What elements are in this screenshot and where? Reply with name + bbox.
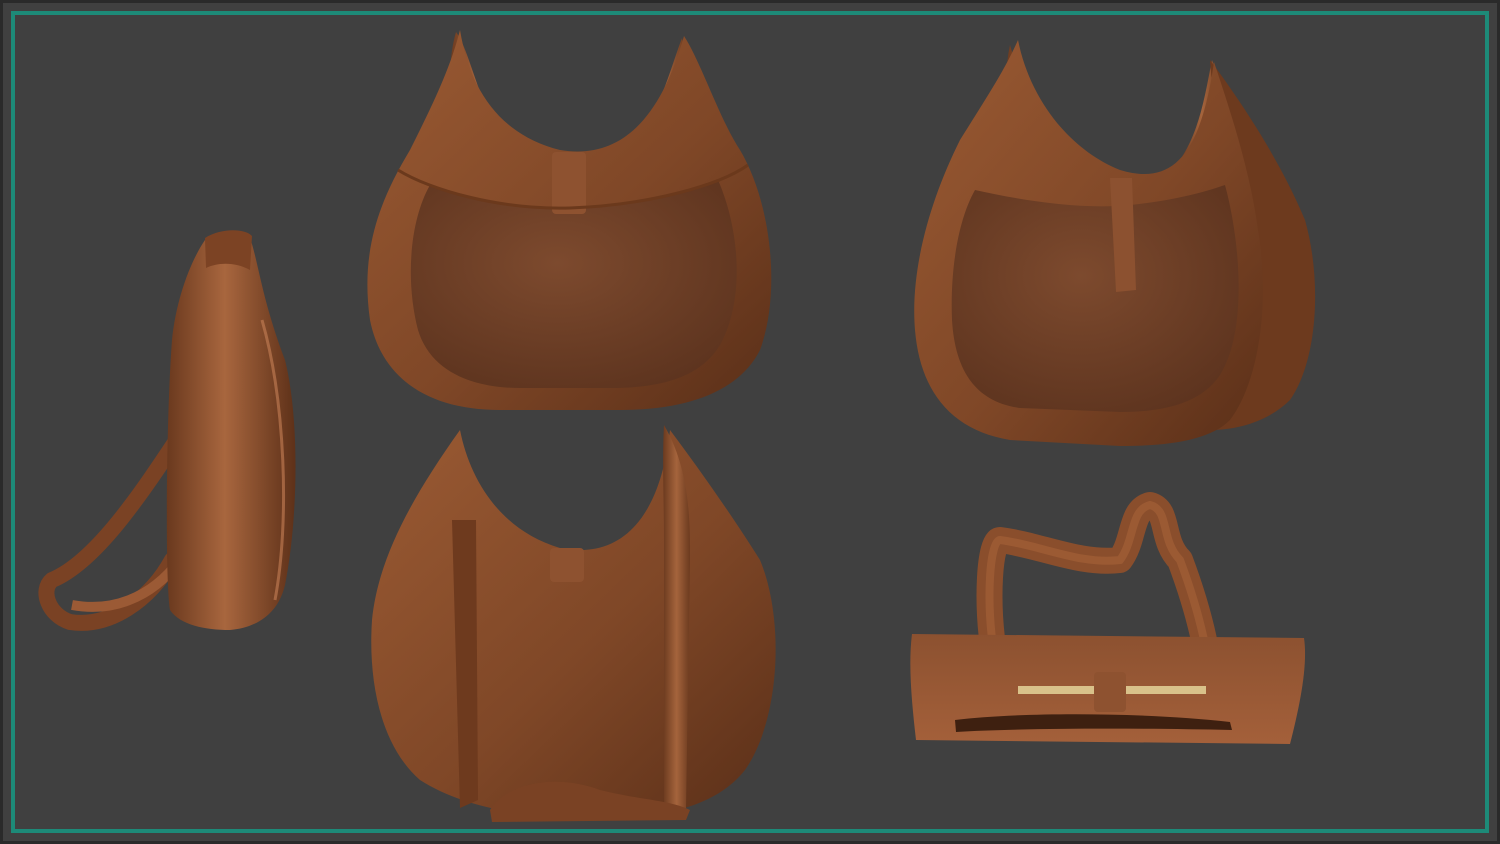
top-view-tab bbox=[1094, 672, 1126, 712]
three-quarter-view-pocket-panel bbox=[951, 185, 1239, 412]
back-view-body bbox=[371, 430, 776, 818]
three-quarter-view bbox=[914, 40, 1316, 446]
front-view-tab bbox=[552, 152, 586, 214]
side-view bbox=[38, 230, 296, 631]
side-view-body bbox=[166, 234, 296, 630]
top-view bbox=[910, 492, 1306, 744]
back-view-tab bbox=[550, 548, 584, 582]
back-view bbox=[371, 425, 776, 822]
front-view bbox=[367, 30, 772, 410]
bag-render-scene bbox=[38, 30, 1316, 822]
